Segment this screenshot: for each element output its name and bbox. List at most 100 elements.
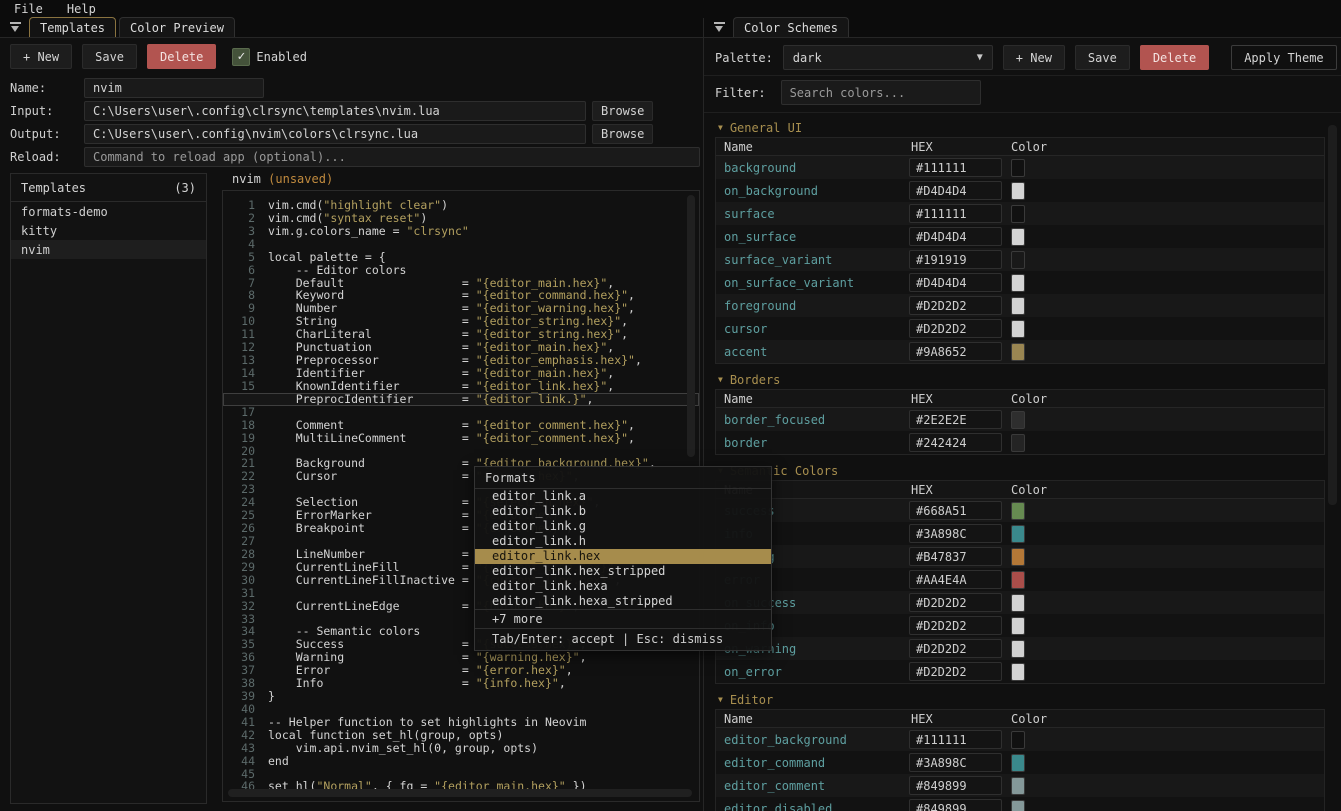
color-row-on_background[interactable]: on_background#D4D4D4 <box>716 179 1324 202</box>
section-header[interactable]: ▼Editor <box>715 691 1325 709</box>
autocomplete-item[interactable]: editor_link.hexa_stripped <box>475 594 771 609</box>
code-line[interactable]: 3vim.g.colors_name = "clrsync" <box>223 225 699 238</box>
autocomplete-item[interactable]: editor_link.h <box>475 534 771 549</box>
hex-value-input[interactable]: #D4D4D4 <box>909 181 1002 200</box>
section-header[interactable]: ▼Semantic Colors <box>715 462 1325 480</box>
template-item-formats-demo[interactable]: formats-demo <box>11 202 206 221</box>
color-row-warning[interactable]: warning#B47837 <box>716 545 1324 568</box>
section-header[interactable]: ▼Borders <box>715 371 1325 389</box>
palette-dropdown[interactable]: dark ▼ <box>783 45 993 70</box>
color-row-background[interactable]: background#111111 <box>716 156 1324 179</box>
hex-value-input[interactable]: #D4D4D4 <box>909 227 1002 246</box>
color-row-on_error[interactable]: on_error#D2D2D2 <box>716 660 1324 683</box>
apply-theme-button[interactable]: Apply Theme <box>1231 45 1336 70</box>
hex-value-input[interactable]: #191919 <box>909 250 1002 269</box>
hex-value-input[interactable]: #AA4E4A <box>909 570 1002 589</box>
color-row-editor_comment[interactable]: editor_comment#849899 <box>716 774 1324 797</box>
autocomplete-item[interactable]: editor_link.b <box>475 504 771 519</box>
template-item-nvim[interactable]: nvim <box>11 240 206 259</box>
color-swatch[interactable] <box>1011 800 1025 811</box>
color-row-cursor[interactable]: cursor#D2D2D2 <box>716 317 1324 340</box>
color-row-accent[interactable]: accent#9A8652 <box>716 340 1324 363</box>
color-swatch[interactable] <box>1011 777 1025 795</box>
tab-color-preview[interactable]: Color Preview <box>119 17 235 37</box>
code-line[interactable]: 44end <box>223 755 699 768</box>
tab-color-schemes[interactable]: Color Schemes <box>733 17 849 37</box>
color-row-error[interactable]: error#AA4E4A <box>716 568 1324 591</box>
autocomplete-item[interactable]: editor_link.g <box>475 519 771 534</box>
hex-value-input[interactable]: #9A8652 <box>909 342 1002 361</box>
input-browse-button[interactable]: Browse <box>592 101 653 121</box>
color-swatch[interactable] <box>1011 525 1025 543</box>
color-swatch[interactable] <box>1011 502 1025 520</box>
autocomplete-item[interactable]: editor_link.hex_stripped <box>475 564 771 579</box>
color-swatch[interactable] <box>1011 228 1025 246</box>
color-row-border_focused[interactable]: border_focused#2E2E2E <box>716 408 1324 431</box>
reload-command-field[interactable]: Command to reload app (optional)... <box>84 147 700 167</box>
output-browse-button[interactable]: Browse <box>592 124 653 144</box>
code-line[interactable]: 38 Info = "{info.hex}", <box>223 677 699 690</box>
hex-value-input[interactable]: #242424 <box>909 433 1002 452</box>
color-row-on_info[interactable]: on_info#D2D2D2 <box>716 614 1324 637</box>
hex-value-input[interactable]: #D2D2D2 <box>909 593 1002 612</box>
delete-palette-button[interactable]: Delete <box>1140 45 1209 70</box>
color-row-editor_disabled[interactable]: editor_disabled#849899 <box>716 797 1324 811</box>
hex-value-input[interactable]: #3A898C <box>909 753 1002 772</box>
color-swatch[interactable] <box>1011 434 1025 452</box>
new-template-button[interactable]: + New <box>10 44 72 69</box>
color-row-editor_command[interactable]: editor_command#3A898C <box>716 751 1324 774</box>
color-row-info[interactable]: info#3A898C <box>716 522 1324 545</box>
color-row-success[interactable]: success#668A51 <box>716 499 1324 522</box>
hex-value-input[interactable]: #111111 <box>909 204 1002 223</box>
code-line[interactable]: 16 PreprocIdentifier = "{editor_link.}", <box>223 393 699 406</box>
color-swatch[interactable] <box>1011 571 1025 589</box>
hex-value-input[interactable]: #668A51 <box>909 501 1002 520</box>
hex-value-input[interactable]: #3A898C <box>909 524 1002 543</box>
hex-value-input[interactable]: #B47837 <box>909 547 1002 566</box>
color-swatch[interactable] <box>1011 159 1025 177</box>
color-swatch[interactable] <box>1011 182 1025 200</box>
color-swatch[interactable] <box>1011 754 1025 772</box>
menu-file[interactable]: File <box>14 2 43 16</box>
name-input[interactable]: nvim <box>84 78 264 98</box>
collapse-panel-icon[interactable] <box>10 22 21 33</box>
save-palette-button[interactable]: Save <box>1075 45 1130 70</box>
hex-value-input[interactable]: #D2D2D2 <box>909 639 1002 658</box>
enabled-checkbox[interactable]: ✓ <box>232 48 250 66</box>
tab-templates[interactable]: Templates <box>29 17 116 37</box>
hex-value-input[interactable]: #111111 <box>909 158 1002 177</box>
hex-value-input[interactable]: #D2D2D2 <box>909 319 1002 338</box>
save-template-button[interactable]: Save <box>82 44 137 69</box>
hex-value-input[interactable]: #D2D2D2 <box>909 296 1002 315</box>
color-swatch[interactable] <box>1011 205 1025 223</box>
color-swatch[interactable] <box>1011 297 1025 315</box>
right-panel-scrollbar[interactable] <box>1328 125 1337 505</box>
color-row-border[interactable]: border#242424 <box>716 431 1324 454</box>
color-swatch[interactable] <box>1011 731 1025 749</box>
code-line[interactable]: 39} <box>223 690 699 703</box>
color-swatch[interactable] <box>1011 640 1025 658</box>
color-row-on_surface_variant[interactable]: on_surface_variant#D4D4D4 <box>716 271 1324 294</box>
color-row-surface_variant[interactable]: surface_variant#191919 <box>716 248 1324 271</box>
color-row-on_success[interactable]: on_success#D2D2D2 <box>716 591 1324 614</box>
new-palette-button[interactable]: + New <box>1003 45 1065 70</box>
autocomplete-item[interactable]: editor_link.hexa <box>475 579 771 594</box>
hex-value-input[interactable]: #D2D2D2 <box>909 616 1002 635</box>
input-path-field[interactable]: C:\Users\user\.config\clrsync\templates\… <box>84 101 586 121</box>
color-swatch[interactable] <box>1011 594 1025 612</box>
autocomplete-item[interactable]: editor_link.hex <box>475 549 771 564</box>
code-line[interactable]: 43 vim.api.nvim_set_hl(0, group, opts) <box>223 742 699 755</box>
hex-value-input[interactable]: #2E2E2E <box>909 410 1002 429</box>
delete-template-button[interactable]: Delete <box>147 44 216 69</box>
color-swatch[interactable] <box>1011 548 1025 566</box>
color-swatch[interactable] <box>1011 411 1025 429</box>
color-row-on_surface[interactable]: on_surface#D4D4D4 <box>716 225 1324 248</box>
hex-value-input[interactable]: #D2D2D2 <box>909 662 1002 681</box>
color-row-foreground[interactable]: foreground#D2D2D2 <box>716 294 1324 317</box>
template-item-kitty[interactable]: kitty <box>11 221 206 240</box>
hex-value-input[interactable]: #111111 <box>909 730 1002 749</box>
collapse-panel-icon[interactable] <box>714 22 725 33</box>
autocomplete-item[interactable]: editor_link.a <box>475 489 771 504</box>
color-swatch[interactable] <box>1011 663 1025 681</box>
color-swatch[interactable] <box>1011 320 1025 338</box>
